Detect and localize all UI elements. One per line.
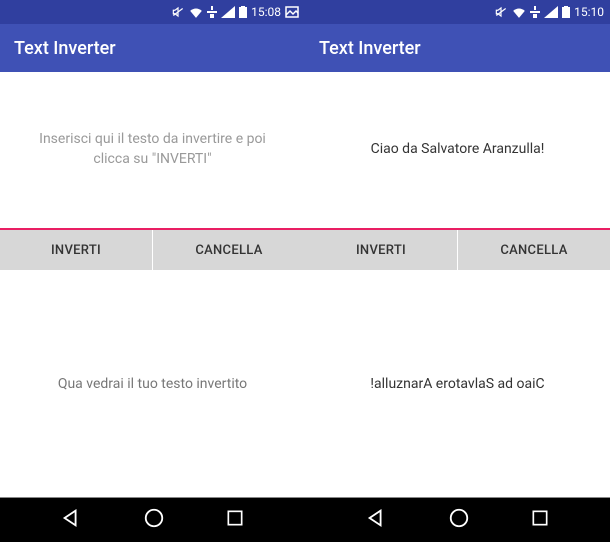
input-placeholder: Inserisci qui il testo da invertire e po…	[20, 130, 285, 169]
output-value: !alluznarA erotavlaS ad oaiC	[370, 376, 544, 392]
back-icon[interactable]	[365, 507, 387, 533]
status-bar: 15:08	[0, 0, 305, 24]
wifi-icon	[512, 6, 526, 18]
invert-button[interactable]: INVERTI	[305, 230, 458, 270]
home-icon[interactable]	[448, 507, 470, 533]
nav-bar	[305, 498, 610, 542]
back-icon[interactable]	[60, 507, 82, 533]
signal-icon	[221, 6, 235, 18]
home-icon[interactable]	[143, 507, 165, 533]
text-output: Qua vedrai il tuo testo invertito	[0, 270, 305, 498]
network-icon	[207, 6, 217, 18]
mute-icon	[171, 5, 185, 19]
app-bar: Text Inverter	[305, 24, 610, 72]
signal-icon	[544, 6, 558, 18]
app-bar: Text Inverter	[0, 24, 305, 72]
input-value: Ciao da Salvatore Aranzulla!	[371, 140, 545, 160]
text-input[interactable]: Inserisci qui il testo da invertire e po…	[0, 72, 305, 230]
image-icon	[285, 6, 299, 18]
nav-bar	[0, 498, 305, 542]
status-bar: 15:10	[305, 0, 610, 24]
phone-right: 15:10 Text Inverter Ciao da Salvatore Ar…	[305, 0, 610, 542]
content-area: Inserisci qui il testo da invertire e po…	[0, 72, 305, 498]
battery-icon	[562, 6, 570, 18]
app-title: Text Inverter	[14, 38, 116, 59]
clear-button[interactable]: CANCELLA	[458, 230, 610, 270]
recent-icon[interactable]	[530, 508, 550, 532]
text-input[interactable]: Ciao da Salvatore Aranzulla!	[305, 72, 610, 230]
clear-button[interactable]: CANCELLA	[153, 230, 305, 270]
status-time: 15:08	[251, 5, 281, 19]
app-title: Text Inverter	[319, 38, 421, 59]
phone-left: 15:08 Text Inverter Inserisci qui il tes…	[0, 0, 305, 542]
output-placeholder: Qua vedrai il tuo testo invertito	[58, 376, 247, 392]
network-icon	[530, 6, 540, 18]
recent-icon[interactable]	[225, 508, 245, 532]
button-row: INVERTI CANCELLA	[0, 230, 305, 270]
status-time: 15:10	[574, 5, 604, 19]
content-area: Ciao da Salvatore Aranzulla! INVERTI CAN…	[305, 72, 610, 498]
battery-icon	[239, 6, 247, 18]
invert-button[interactable]: INVERTI	[0, 230, 153, 270]
text-output: !alluznarA erotavlaS ad oaiC	[305, 270, 610, 498]
wifi-icon	[189, 6, 203, 18]
mute-icon	[494, 5, 508, 19]
button-row: INVERTI CANCELLA	[305, 230, 610, 270]
